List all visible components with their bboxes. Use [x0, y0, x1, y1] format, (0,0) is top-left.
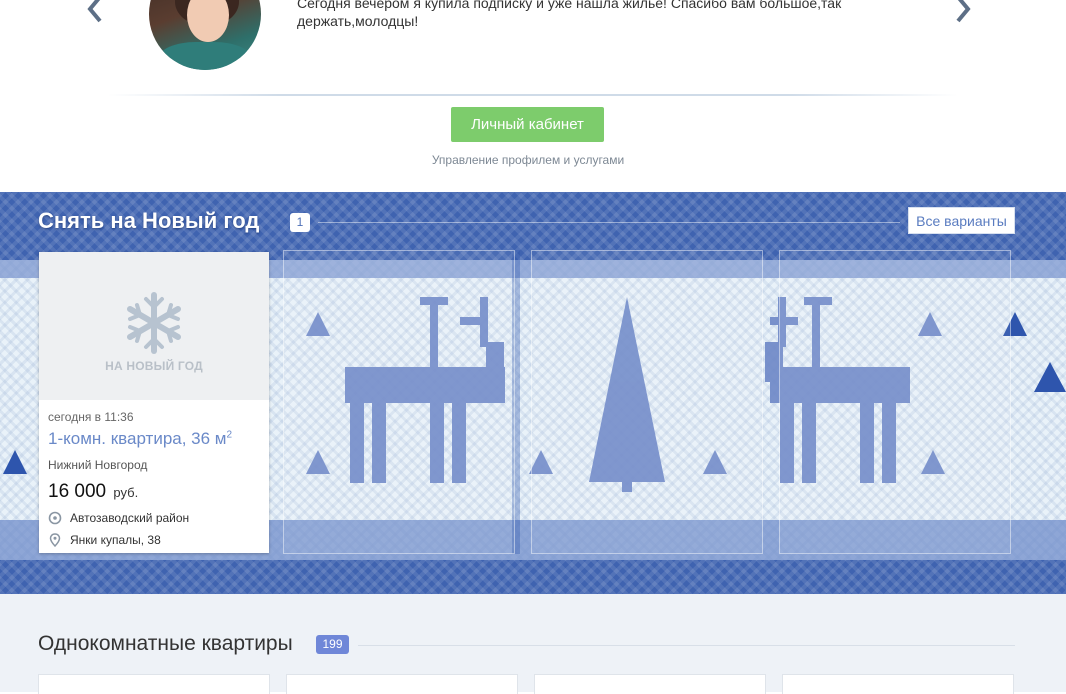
district-text: Автозаводский район: [70, 511, 190, 525]
price-currency: руб.: [113, 485, 139, 500]
knit-panel: [283, 250, 515, 554]
new-year-banner: Снять на Новый год 1 Все варианты НА НОВ…: [0, 192, 1066, 594]
listing-card[interactable]: [534, 674, 766, 694]
avatar-face: [187, 0, 229, 42]
chevron-right-icon: [956, 0, 971, 23]
personal-cabinet-button[interactable]: Личный кабинет: [451, 107, 604, 142]
all-variants-button[interactable]: Все варианты: [908, 207, 1015, 234]
avatar-shirt: [159, 42, 251, 70]
prev-testimonial-button[interactable]: [80, 0, 110, 24]
price-value: 16 000: [48, 481, 107, 502]
count-badge: 199: [316, 635, 349, 654]
listing-photo-placeholder: НА НОВЫЙ ГОД: [39, 252, 269, 400]
listing-address: Янки купалы, 38: [48, 533, 161, 547]
listing-title-link[interactable]: 1-комн. квартира, 36 м2: [48, 429, 232, 449]
knit-panel: [779, 250, 1011, 554]
divider: [108, 94, 958, 96]
avatar: [149, 0, 261, 70]
listing-price: 16 000 руб.: [48, 481, 138, 503]
cabinet-subtitle: Управление профилем и услугами: [431, 153, 625, 167]
next-testimonial-button[interactable]: [948, 0, 978, 24]
section-title: Однокомнатные квартиры: [38, 632, 293, 655]
listing-card[interactable]: [38, 674, 270, 694]
listing-district: Автозаводский район: [48, 511, 189, 525]
target-icon: [48, 511, 62, 525]
testimonial-section: Сегодня вечером я купила подписку и уже …: [0, 0, 1066, 192]
section-title: Снять на Новый год: [38, 208, 260, 233]
count-badge: 1: [290, 213, 310, 232]
listing-card[interactable]: [286, 674, 518, 694]
snowflake-icon: [127, 292, 181, 354]
knit-panel: [531, 250, 763, 554]
listing-card[interactable]: НА НОВЫЙ ГОД сегодня в 11:36 1-комн. ква…: [39, 252, 269, 553]
title-rule: [318, 222, 900, 223]
chevron-left-icon: [87, 0, 102, 23]
title-rule: [358, 645, 1015, 646]
listing-date: сегодня в 11:36: [48, 410, 134, 424]
listing-card[interactable]: [782, 674, 1014, 694]
address-text: Янки купалы, 38: [70, 533, 161, 547]
one-room-section: Однокомнатные квартиры 199: [0, 594, 1066, 694]
testimonial-quote: Сегодня вечером я купила подписку и уже …: [297, 0, 842, 29]
listing-city: Нижний Новгород: [48, 458, 148, 472]
map-pin-icon: [49, 533, 61, 547]
listing-title: 1-комн. квартира, 36 м: [48, 429, 227, 448]
photo-label: НА НОВЫЙ ГОД: [105, 359, 203, 373]
listing-title-sup: 2: [226, 429, 233, 441]
